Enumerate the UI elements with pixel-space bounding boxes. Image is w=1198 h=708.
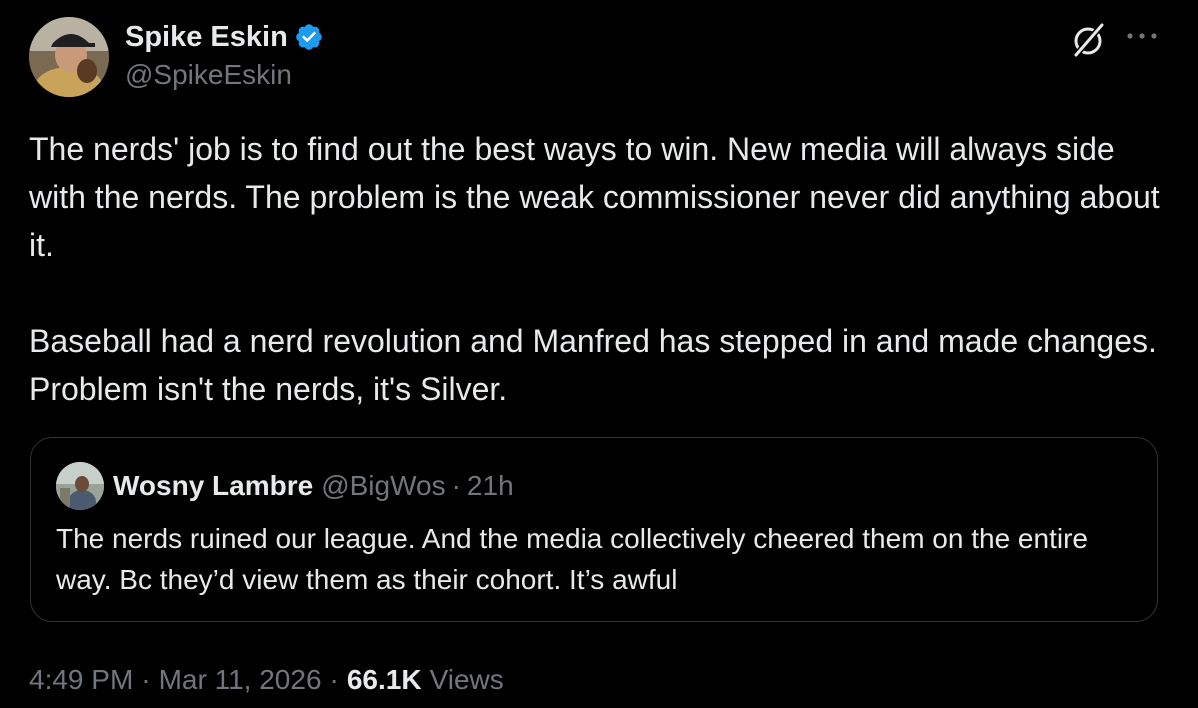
- quoted-author-avatar[interactable]: [56, 462, 104, 510]
- more-options-icon[interactable]: [1124, 24, 1160, 48]
- tweet-paragraph: The nerds' job is to find out the best w…: [29, 131, 1160, 263]
- quoted-author-handle[interactable]: @BigWos: [321, 470, 445, 502]
- author-name-row: Spike Eskin: [125, 19, 324, 55]
- quoted-tweet-text: The nerds ruined our league. And the med…: [56, 523, 1088, 595]
- tweet-date[interactable]: Mar 11, 2026: [159, 664, 322, 696]
- separator-dot: ·: [141, 664, 151, 695]
- tweet: Spike Eskin @SpikeEskin The nerds' job i…: [0, 0, 1198, 708]
- views-count[interactable]: 66.1K: [347, 664, 422, 696]
- author-handle[interactable]: @SpikeEskin: [125, 59, 292, 91]
- views-label: Views: [429, 664, 504, 695]
- tweet-paragraph: Baseball had a nerd revolution and Manfr…: [29, 323, 1157, 407]
- quoted-tweet-card[interactable]: Wosny Lambre @BigWos · 21h The nerds rui…: [30, 437, 1158, 622]
- tweet-meta: 4:49 PM · Mar 11, 2026 · 66.1K Views: [29, 660, 504, 700]
- verified-badge-icon[interactable]: [294, 22, 324, 52]
- author-name[interactable]: Spike Eskin: [125, 21, 288, 54]
- author-avatar[interactable]: [29, 17, 109, 97]
- separator-dot: ·: [451, 470, 461, 501]
- quoted-author-name[interactable]: Wosny Lambre: [113, 470, 313, 502]
- tweet-time[interactable]: 4:49 PM: [29, 664, 133, 696]
- quoted-tweet-header: Wosny Lambre @BigWos · 21h: [113, 468, 514, 504]
- quoted-tweet-time[interactable]: 21h: [467, 470, 514, 502]
- tweet-text: The nerds' job is to find out the best w…: [29, 125, 1164, 413]
- grok-icon[interactable]: [1068, 20, 1108, 60]
- separator-dot: ·: [329, 664, 339, 695]
